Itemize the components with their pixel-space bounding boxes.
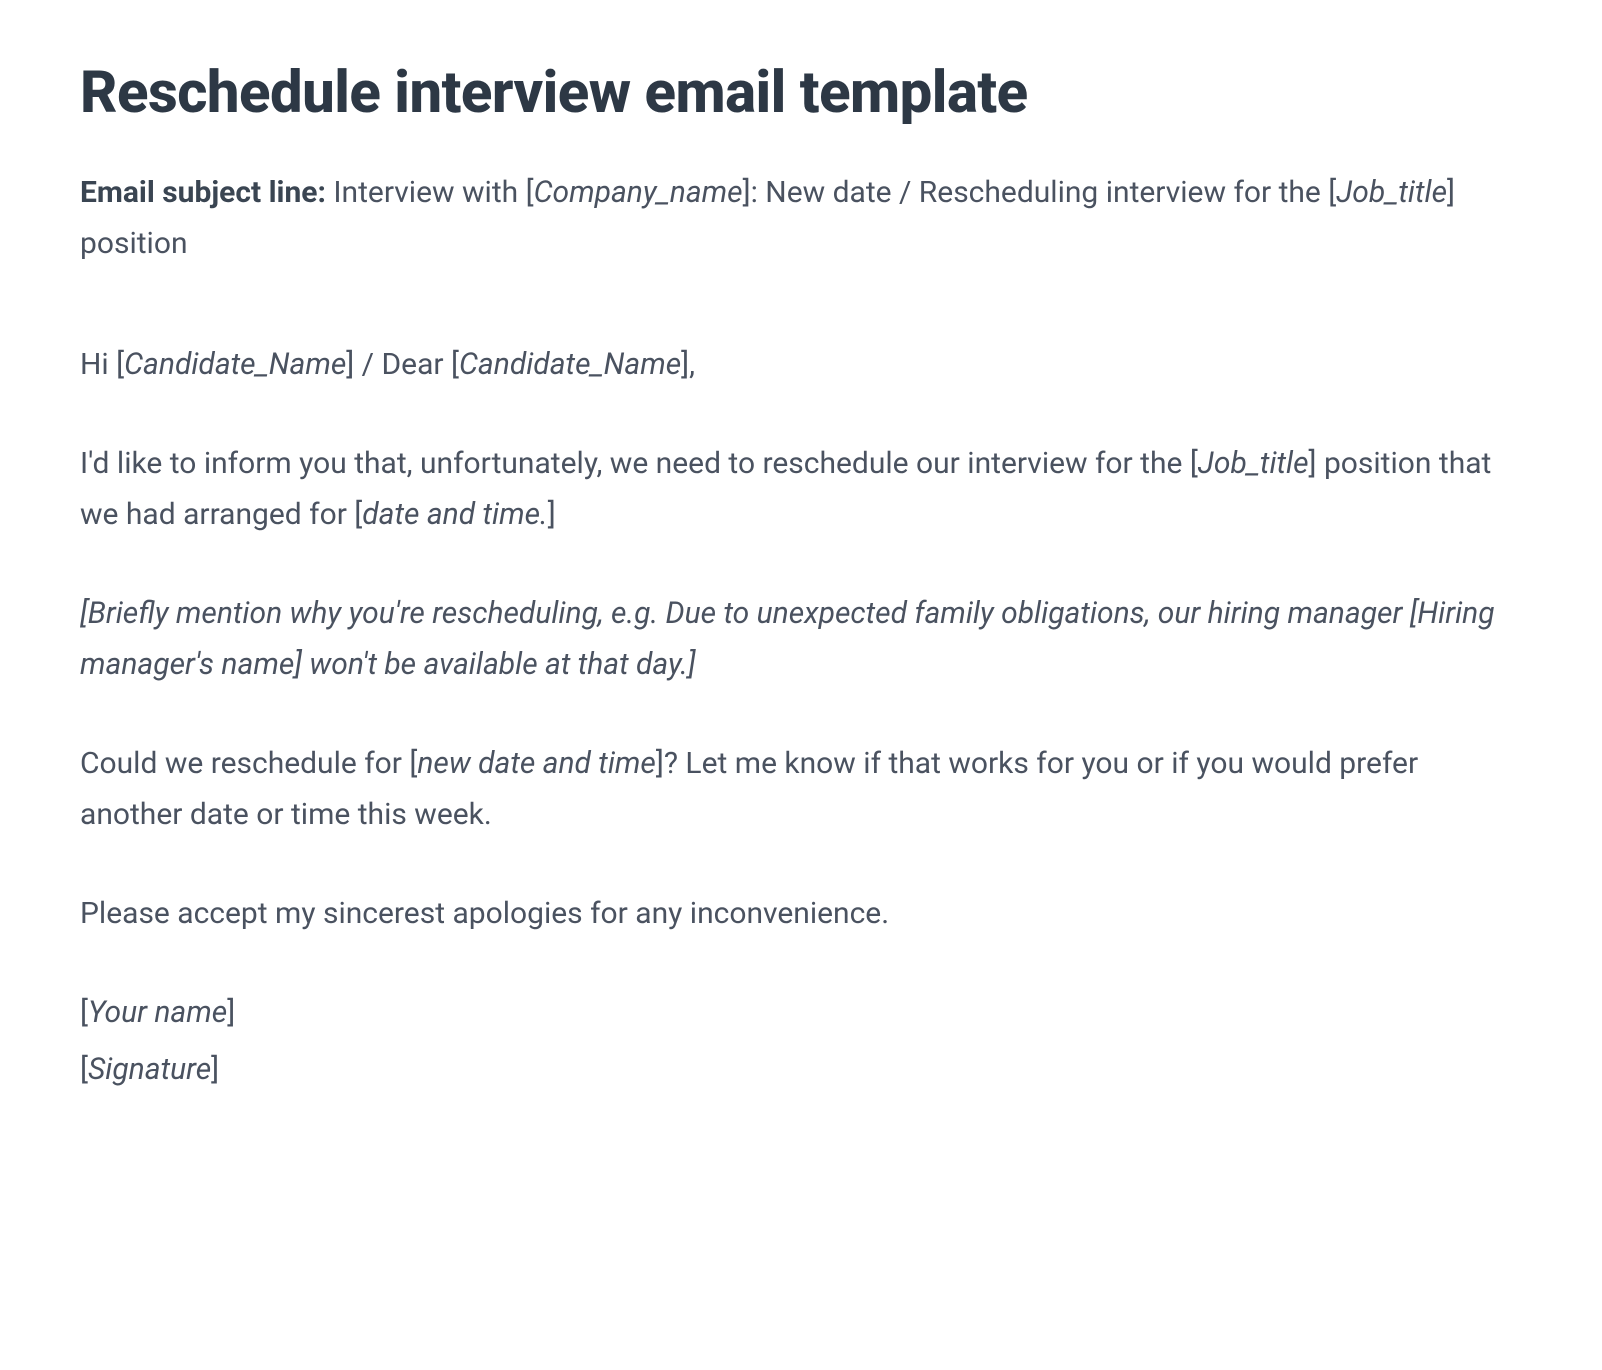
placeholder-candidate-name: Candidate_Name (459, 347, 681, 382)
body-paragraph-reschedule: Could we reschedule for [new date and ti… (80, 738, 1522, 840)
subject-label: Email subject line: (80, 175, 326, 210)
page-title: Reschedule interview email template (80, 60, 1522, 127)
text: Interview with [ (326, 175, 534, 210)
placeholder-new-date-time: new date and time (417, 746, 656, 781)
text: ] (688, 647, 696, 682)
signature-name: [Your name] (80, 987, 1522, 1038)
placeholder-signature: Signature (88, 1052, 211, 1087)
text: ], (681, 347, 695, 382)
placeholder-job-title: Job_title (1198, 446, 1309, 481)
text: ] / Dear [ (346, 347, 459, 382)
signature-sig: [Signature] (80, 1044, 1522, 1095)
placeholder-job-title: Job_title (1336, 175, 1447, 210)
greeting: Hi [Candidate_Name] / Dear [Candidate_Na… (80, 339, 1522, 390)
text: I'd like to inform you that, unfortunate… (80, 446, 1198, 481)
body-paragraph-apology: Please accept my sincerest apologies for… (80, 888, 1522, 939)
signature-block: [Your name] [Signature] (80, 987, 1522, 1095)
body-paragraph-1: I'd like to inform you that, unfortunate… (80, 438, 1522, 540)
text: Could we reschedule for [ (80, 746, 417, 781)
body-paragraph-reason: [Briefly mention why you're rescheduling… (80, 588, 1522, 690)
text: Hi [ (80, 347, 124, 382)
text: ] (227, 995, 235, 1030)
text: ] (211, 1052, 219, 1087)
text: ]: New date / Rescheduling interview for… (743, 175, 1337, 210)
placeholder-candidate-name: Candidate_Name (124, 347, 346, 382)
placeholder-date-time: date and time. (362, 497, 547, 532)
subject-line: Email subject line: Interview with [Comp… (80, 167, 1522, 269)
placeholder-your-name: Your name (88, 995, 227, 1030)
text: ] (548, 497, 556, 532)
placeholder-company-name: Company_name (534, 175, 743, 210)
placeholder-reason: Briefly mention why you're rescheduling,… (80, 596, 1495, 682)
text: [ (80, 596, 88, 631)
text: [ (80, 995, 88, 1030)
text: [ (80, 1052, 88, 1087)
